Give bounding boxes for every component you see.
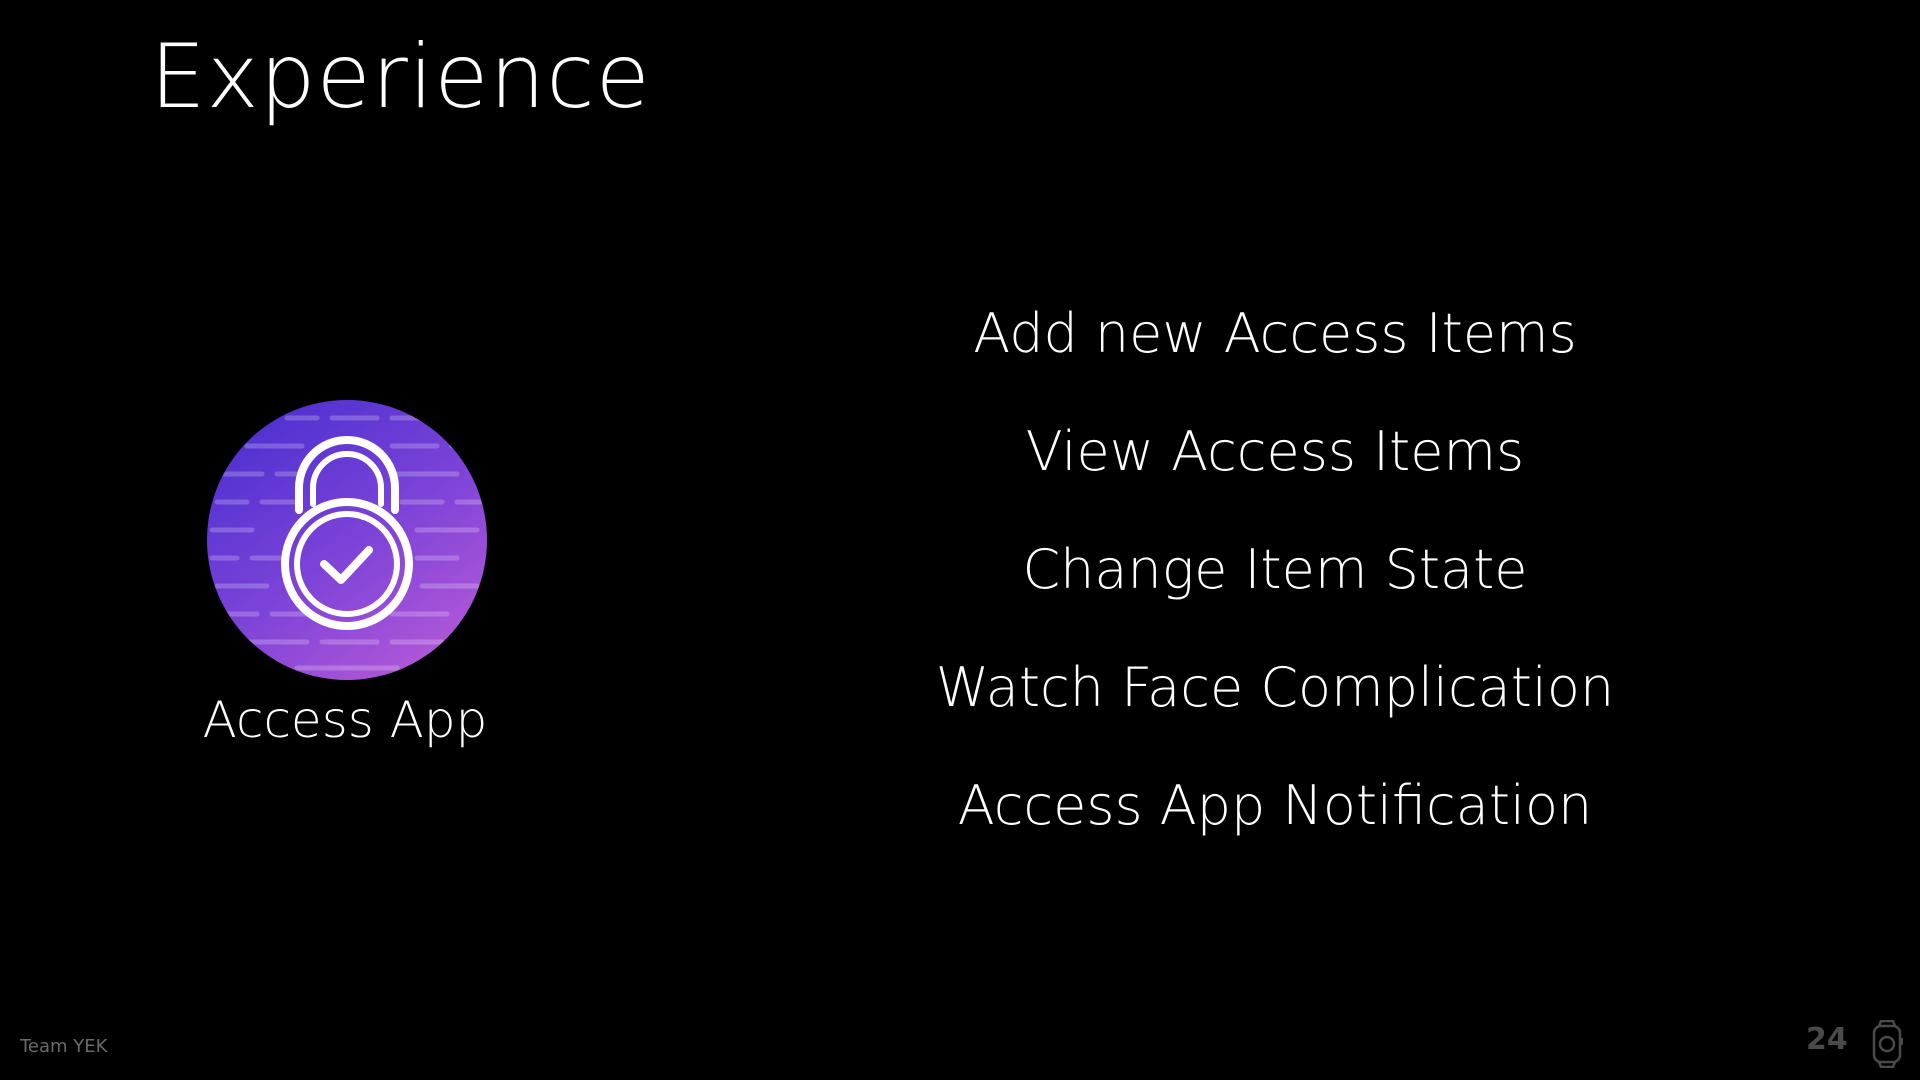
lock-check-icon <box>207 400 487 680</box>
feature-item: View Access Items <box>1025 420 1525 483</box>
page-number: 24 <box>1806 1022 1848 1057</box>
feature-item: Add new Access Items <box>973 302 1577 365</box>
feature-list: Add new Access Items View Access Items C… <box>860 296 1690 886</box>
slide-title: Experience <box>150 25 651 128</box>
apple-watch-icon <box>1872 1020 1903 1068</box>
app-label: Access App <box>202 691 488 749</box>
footer-team: Team YEK <box>20 1036 108 1057</box>
feature-item: Access App Notification <box>957 774 1593 837</box>
feature-item: Change Item State <box>1022 538 1528 601</box>
slide: Experience Access App Add new Access Ite… <box>0 0 1920 1080</box>
feature-item: Watch Face Complication <box>935 656 1615 719</box>
